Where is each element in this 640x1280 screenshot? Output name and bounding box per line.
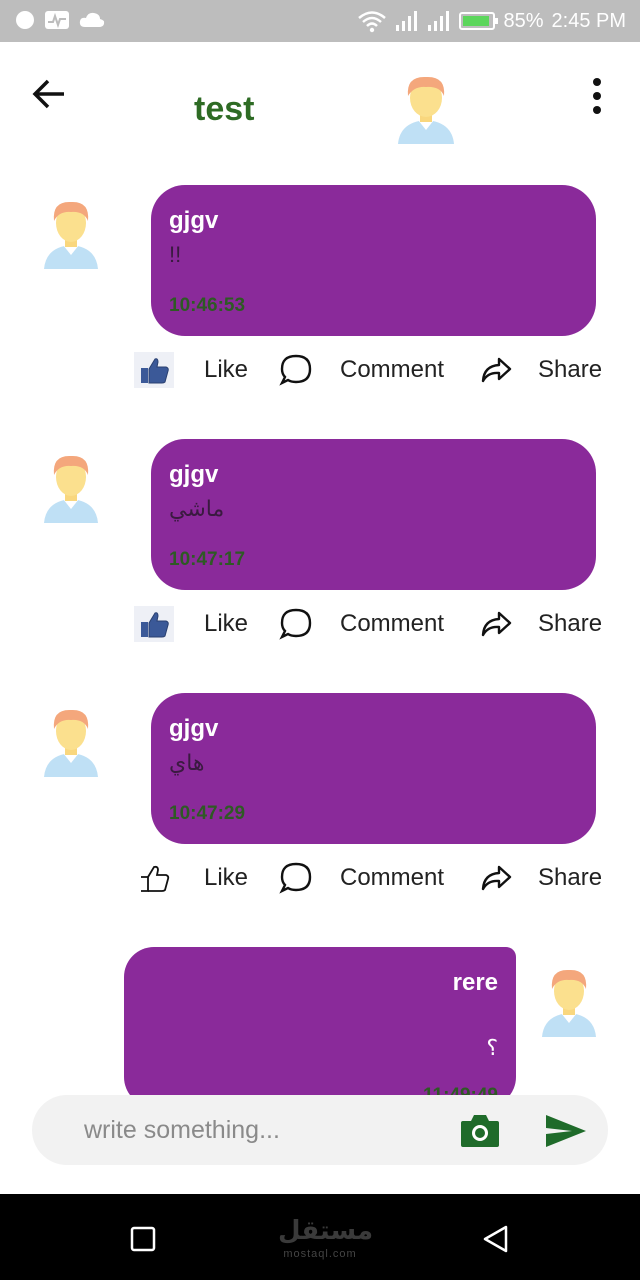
share-arrow-icon — [476, 352, 516, 388]
status-left-icons — [14, 9, 106, 31]
like-button[interactable]: Like — [134, 350, 248, 390]
comment-bubble-icon — [276, 606, 316, 642]
thumbs-up-filled-icon — [134, 606, 174, 642]
thumbs-up-outline-icon — [134, 860, 174, 896]
comment-label: Comment — [340, 356, 445, 383]
message-input[interactable] — [84, 1107, 424, 1153]
circle-notification-icon — [16, 11, 34, 29]
recent-apps-icon[interactable] — [128, 1224, 158, 1254]
battery-percent: 85% — [503, 10, 544, 32]
comment-button[interactable]: Comment — [276, 858, 444, 898]
message-time: 10:47:17 — [169, 549, 246, 570]
message-time: 10:47:29 — [169, 803, 246, 824]
status-bar: 85% 2:45 PM — [0, 0, 640, 42]
message-text: !! — [169, 242, 182, 267]
battery-icon — [459, 12, 499, 30]
chat-screen: 85% 2:45 PM test gjgv !! 10:46:53 Like C… — [0, 0, 640, 1280]
status-right-icons: 85% 2:45 PM — [357, 8, 626, 34]
share-label: Share — [538, 356, 603, 383]
comment-button[interactable]: Comment — [276, 350, 444, 390]
message-composer — [32, 1095, 608, 1165]
like-label: Like — [204, 864, 249, 891]
watermark-logo: مستقل — [278, 1215, 374, 1245]
share-arrow-icon — [476, 606, 516, 642]
share-button[interactable]: Share — [476, 604, 602, 644]
message-text: ماشي — [169, 496, 225, 521]
share-button[interactable]: Share — [476, 858, 602, 898]
message-actions: Like Comment Share — [134, 350, 614, 390]
comment-label: Comment — [340, 864, 445, 891]
message-sender: gjgv — [169, 461, 219, 488]
wifi-icon — [358, 11, 387, 33]
activity-notification-icon — [45, 11, 69, 29]
signal-icon — [396, 11, 418, 31]
avatar[interactable] — [42, 705, 100, 777]
message-bubble[interactable]: gjgv هاي 10:47:29 — [151, 693, 596, 844]
back-nav-icon[interactable] — [481, 1224, 511, 1254]
message-actions: Like Comment Share — [134, 604, 614, 644]
page-title: test — [194, 90, 255, 128]
share-label: Share — [538, 864, 603, 891]
like-label: Like — [204, 356, 249, 383]
app-bar: test — [0, 42, 640, 152]
share-arrow-icon — [476, 860, 516, 896]
comment-button[interactable]: Comment — [276, 604, 444, 644]
message-actions: Like Comment Share — [134, 858, 614, 898]
avatar[interactable] — [42, 451, 100, 523]
signal-secondary-icon — [428, 11, 450, 31]
like-button[interactable]: Like — [134, 858, 248, 898]
message-sender: gjgv — [169, 207, 219, 234]
message-bubble[interactable]: gjgv ماشي 10:47:17 — [151, 439, 596, 590]
watermark: مستقل mostaql.com — [278, 1217, 373, 1266]
message-text: ؟ — [486, 1035, 498, 1060]
comment-bubble-icon — [276, 860, 316, 896]
message-bubble[interactable]: rere ؟ 11:49:49 — [124, 947, 516, 1095]
comment-label: Comment — [340, 610, 445, 637]
message-sender: rere — [452, 969, 498, 996]
message-time: 11:49:49 — [423, 1085, 498, 1095]
system-nav-bar: مستقل mostaql.com — [0, 1194, 640, 1280]
avatar[interactable] — [394, 72, 458, 144]
avatar[interactable] — [540, 965, 598, 1037]
like-button[interactable]: Like — [134, 604, 248, 644]
message-sender: gjgv — [169, 715, 219, 742]
cloud-notification-icon — [79, 12, 105, 27]
comment-bubble-icon — [276, 352, 316, 388]
message-text: هاي — [169, 750, 205, 775]
message-time: 10:46:53 — [169, 295, 246, 316]
camera-icon[interactable] — [460, 1112, 500, 1148]
avatar[interactable] — [42, 197, 100, 269]
message-list[interactable]: gjgv !! 10:46:53 Like Comment Share gjgv… — [0, 152, 640, 1095]
share-label: Share — [538, 610, 603, 637]
message-bubble[interactable]: gjgv !! 10:46:53 — [151, 185, 596, 336]
arrow-back-icon[interactable] — [28, 72, 72, 116]
thumbs-up-filled-icon — [134, 352, 174, 388]
send-icon[interactable] — [544, 1113, 588, 1149]
clock: 2:45 PM — [551, 10, 626, 32]
more-vert-icon[interactable] — [585, 76, 609, 116]
watermark-url: mostaql.com — [283, 1248, 357, 1260]
like-label: Like — [204, 610, 249, 637]
share-button[interactable]: Share — [476, 350, 602, 390]
